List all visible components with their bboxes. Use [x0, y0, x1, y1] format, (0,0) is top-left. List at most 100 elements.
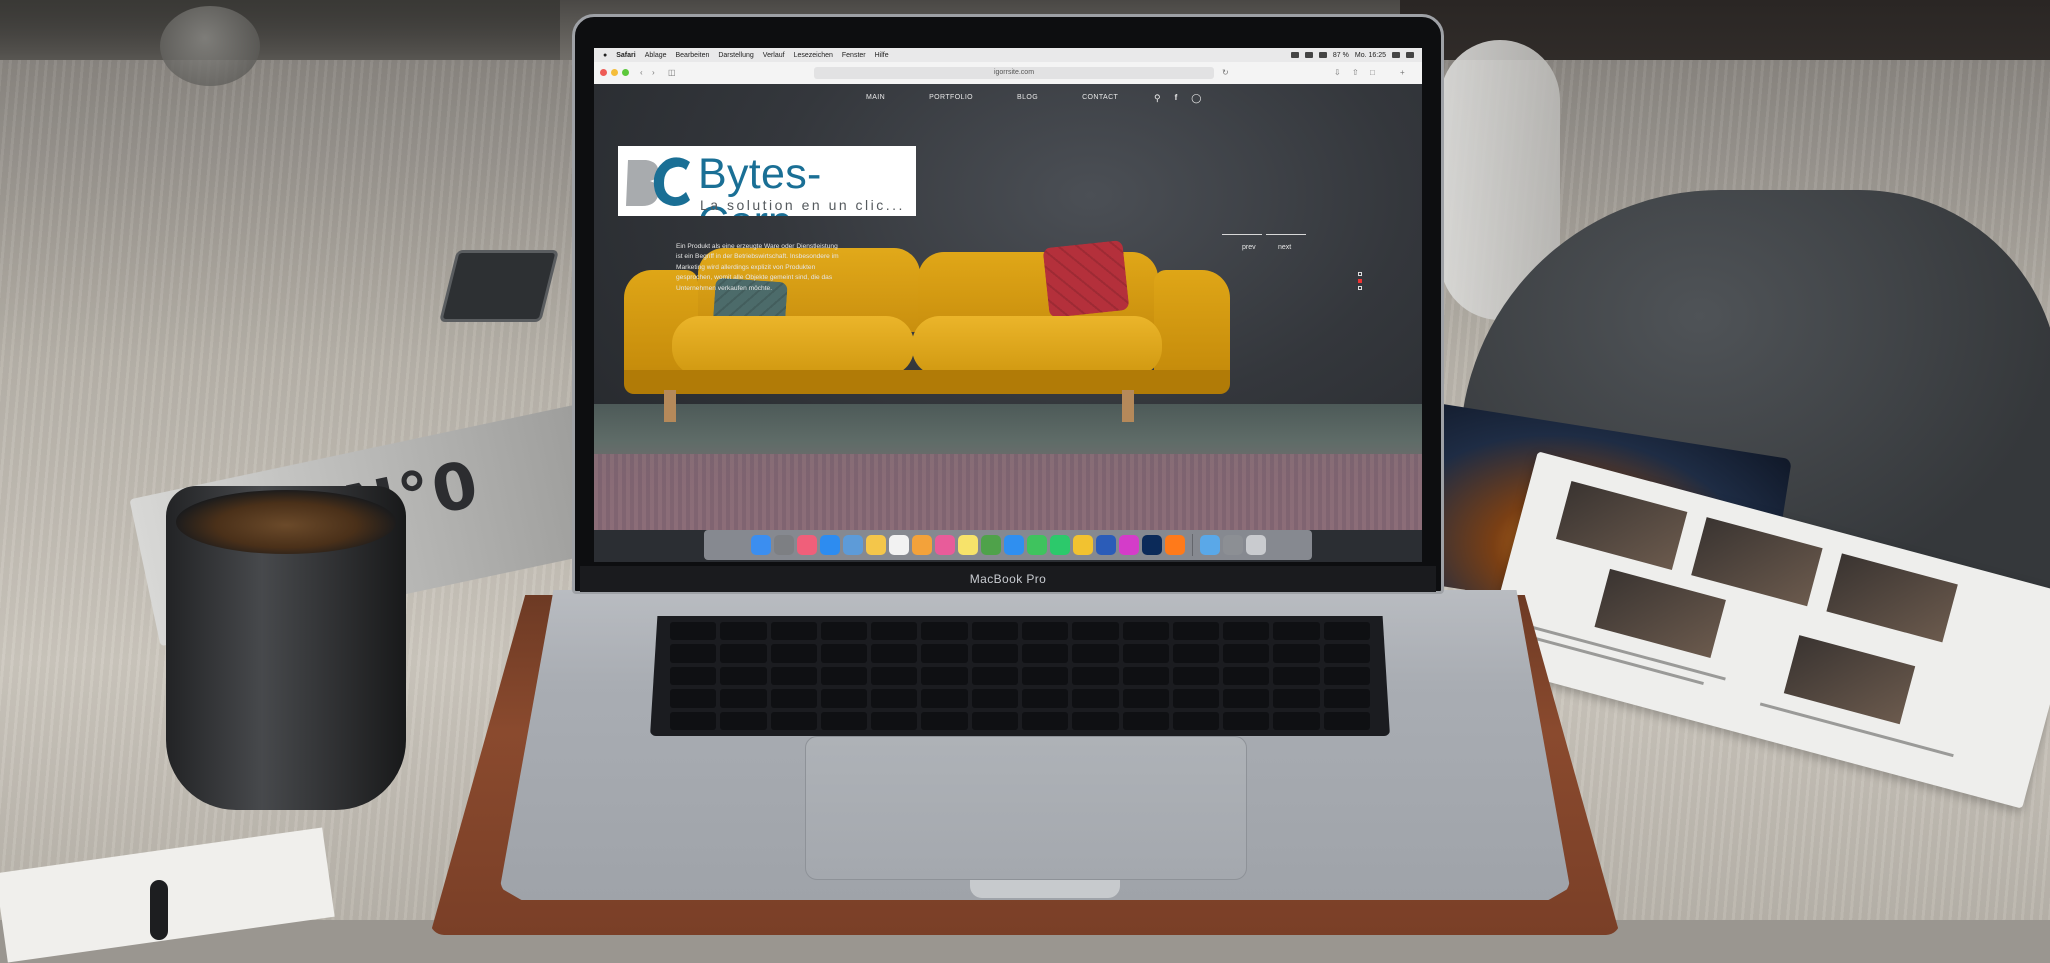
- keyboard-key[interactable]: [770, 622, 817, 641]
- sidebar-icon[interactable]: ◫: [668, 68, 677, 77]
- keyboard-key[interactable]: [820, 711, 868, 730]
- apple-menu-icon[interactable]: ●: [603, 52, 607, 59]
- dock-calendar-icon[interactable]: [888, 535, 909, 555]
- nav-blog[interactable]: BLOG: [1017, 94, 1038, 101]
- keyboard-key[interactable]: [1273, 666, 1320, 686]
- keyboard-key[interactable]: [1021, 622, 1069, 641]
- keyboard-key[interactable]: [720, 666, 767, 686]
- slider-dot[interactable]: [1358, 272, 1362, 276]
- keyboard-key[interactable]: [1021, 711, 1069, 730]
- menu-safari[interactable]: Safari: [616, 52, 635, 59]
- keyboard-key[interactable]: [1172, 689, 1220, 708]
- slider-next[interactable]: next: [1278, 244, 1291, 251]
- keyboard-key[interactable]: [820, 666, 868, 686]
- keyboard-key[interactable]: [871, 666, 918, 686]
- dock-finder-icon[interactable]: [750, 535, 771, 555]
- keyboard-key[interactable]: [971, 711, 1018, 730]
- keyboard-key[interactable]: [770, 689, 817, 708]
- spotlight-icon[interactable]: [1392, 52, 1400, 58]
- tabs-icon[interactable]: □: [1370, 68, 1379, 77]
- nav-main[interactable]: MAIN: [866, 94, 885, 101]
- keyboard-key[interactable]: [971, 644, 1018, 663]
- keyboard-key[interactable]: [820, 689, 868, 708]
- keyboard-key[interactable]: [971, 666, 1018, 686]
- menu-darstellung[interactable]: Darstellung: [718, 52, 753, 59]
- keyboard-key[interactable]: [770, 644, 817, 663]
- dock-safari-icon[interactable]: [819, 535, 840, 555]
- slider-dot[interactable]: [1358, 286, 1362, 290]
- bluetooth-icon[interactable]: [1304, 52, 1313, 58]
- keyboard-key[interactable]: [720, 689, 767, 708]
- menu-fenster[interactable]: Fenster: [842, 52, 866, 59]
- dock-photos-icon[interactable]: [934, 535, 955, 555]
- share-icon[interactable]: ⇧: [1352, 68, 1361, 77]
- keyboard-key[interactable]: [1021, 689, 1069, 708]
- download-icon[interactable]: ⇩: [1334, 68, 1343, 77]
- keyboard-key[interactable]: [720, 644, 767, 663]
- keyboard-key[interactable]: [1223, 644, 1270, 663]
- keyboard-key[interactable]: [720, 622, 767, 641]
- keyboard-key[interactable]: [871, 689, 918, 708]
- keyboard-key[interactable]: [1072, 622, 1119, 641]
- dock-pages-icon[interactable]: [911, 535, 932, 555]
- keyboard-key[interactable]: [1122, 666, 1169, 686]
- prev-arrow-icon[interactable]: [1222, 234, 1262, 235]
- keyboard-key[interactable]: [921, 644, 968, 663]
- keyboard-key[interactable]: [1273, 689, 1320, 708]
- dock-facetime-icon[interactable]: [1049, 535, 1070, 555]
- wifi-icon[interactable]: [1318, 52, 1327, 58]
- menu-bearbeiten[interactable]: Bearbeiten: [676, 52, 710, 59]
- bytes-corp-logo[interactable]: Bytes-Corp La solution en un clic...: [618, 146, 916, 216]
- dock-itunes-icon[interactable]: [796, 535, 817, 555]
- dock-firefox-icon[interactable]: [1164, 535, 1185, 555]
- keyboard-key[interactable]: [921, 622, 968, 641]
- dock-screenshots-icon[interactable]: [1222, 535, 1243, 555]
- keyboard-key[interactable]: [1223, 666, 1270, 686]
- dock-stickies-icon[interactable]: [957, 535, 978, 555]
- keyboard-key[interactable]: [921, 689, 968, 708]
- dock-preview-icon[interactable]: [842, 535, 863, 555]
- keyboard-key[interactable]: [1323, 622, 1370, 641]
- keyboard-key[interactable]: [1122, 711, 1169, 730]
- dock-settings-icon[interactable]: [773, 535, 794, 555]
- keyboard-key[interactable]: [871, 644, 918, 663]
- dock-trash-icon[interactable]: [1245, 535, 1266, 555]
- keyboard-key[interactable]: [921, 711, 968, 730]
- dock-monitor-icon[interactable]: [1118, 535, 1139, 555]
- close-window-button[interactable]: [600, 69, 607, 76]
- keyboard-key[interactable]: [1172, 711, 1220, 730]
- nav-contact[interactable]: CONTACT: [1082, 94, 1118, 101]
- keyboard-key[interactable]: [1223, 622, 1270, 641]
- zoom-window-button[interactable]: [622, 69, 629, 76]
- dock-messages-icon[interactable]: [1026, 535, 1047, 555]
- minimize-window-button[interactable]: [611, 69, 618, 76]
- keyboard-key[interactable]: [820, 622, 868, 641]
- keyboard-key[interactable]: [1273, 711, 1320, 730]
- keyboard-key[interactable]: [670, 622, 717, 641]
- keyboard-key[interactable]: [1273, 644, 1320, 663]
- keyboard-key[interactable]: [1072, 689, 1119, 708]
- keyboard-key[interactable]: [1122, 689, 1169, 708]
- trackpad[interactable]: [805, 736, 1247, 880]
- dock-photoshop-icon[interactable]: [1141, 535, 1162, 555]
- keyboard-key[interactable]: [921, 666, 968, 686]
- forward-arrow-icon[interactable]: ›: [652, 68, 661, 77]
- keyboard-key[interactable]: [971, 689, 1018, 708]
- keyboard-key[interactable]: [1223, 711, 1270, 730]
- keyboard-key[interactable]: [1122, 644, 1169, 663]
- keyboard-key[interactable]: [1323, 666, 1370, 686]
- search-icon[interactable]: ⚲: [1154, 93, 1161, 104]
- slider-prev[interactable]: prev: [1242, 244, 1256, 251]
- battery-status[interactable]: 87 %: [1333, 52, 1349, 59]
- keyboard-key[interactable]: [1072, 711, 1119, 730]
- keyboard-key[interactable]: [770, 711, 817, 730]
- reload-icon[interactable]: ↻: [1222, 68, 1231, 77]
- keyboard-key[interactable]: [670, 644, 717, 663]
- menubar-clock[interactable]: Mo. 16:25: [1355, 52, 1386, 59]
- next-arrow-icon[interactable]: [1266, 234, 1306, 235]
- keyboard-key[interactable]: [1323, 644, 1370, 663]
- dock-notes-icon[interactable]: [865, 535, 886, 555]
- keyboard-key[interactable]: [1172, 644, 1220, 663]
- keyboard-key[interactable]: [720, 711, 767, 730]
- instagram-icon[interactable]: ◯: [1191, 93, 1201, 104]
